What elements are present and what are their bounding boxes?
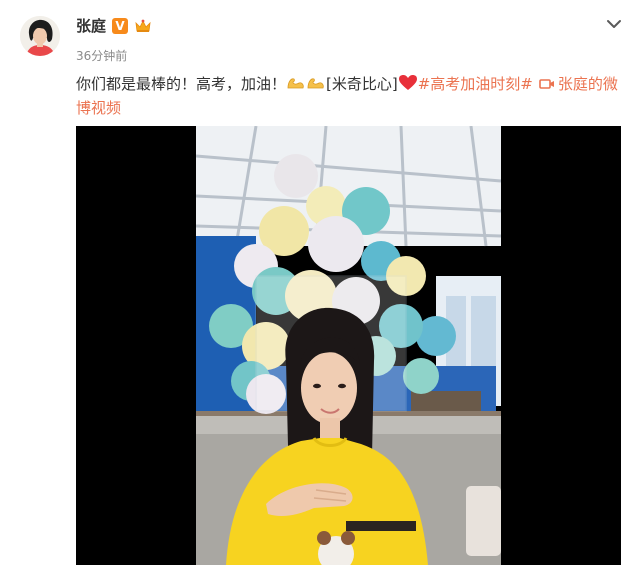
verified-v-icon: V: [112, 18, 129, 34]
video-thumbnail: [196, 126, 501, 565]
chevron-down-icon[interactable]: [606, 16, 622, 32]
avatar-image: [20, 16, 60, 56]
avatar[interactable]: [20, 16, 60, 56]
video-frame-image: [196, 126, 501, 565]
heart-emoji-icon: [398, 75, 417, 90]
username[interactable]: 张庭: [76, 16, 106, 36]
crown-icon[interactable]: [134, 18, 152, 34]
post-body-text: 你们都是最棒的！高考，加油！: [76, 75, 287, 93]
video-camera-icon[interactable]: [539, 77, 555, 91]
post-timestamp[interactable]: 36分钟前: [76, 48, 127, 64]
muscle-emoji-icon: [287, 78, 304, 89]
emoji-text: [米奇比心]: [326, 75, 398, 93]
hashtag-link[interactable]: #高考加油时刻#: [418, 75, 533, 93]
weibo-post-card: 张庭 V 36分钟前 你们都是最棒的！高考，加油！ [米奇比心] #高考加油时刻…: [0, 0, 640, 565]
post-text: 你们都是最棒的！高考，加油！ [米奇比心] #高考加油时刻# 张庭的微博视频: [76, 72, 621, 120]
video-player[interactable]: [76, 126, 621, 565]
muscle-emoji-icon: [307, 78, 324, 89]
header: 张庭 V: [76, 16, 152, 36]
